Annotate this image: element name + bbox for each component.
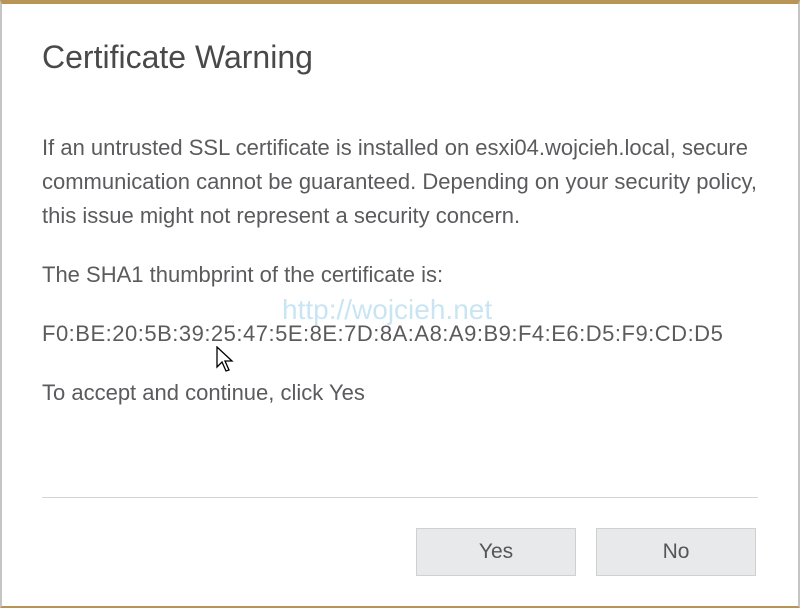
certificate-warning-dialog: Certificate Warning If an untrusted SSL … bbox=[2, 4, 798, 606]
accept-instruction: To accept and continue, click Yes bbox=[42, 376, 758, 410]
button-separator bbox=[42, 497, 758, 498]
button-row: Yes No bbox=[42, 528, 758, 576]
warning-message: If an untrusted SSL certificate is insta… bbox=[42, 131, 758, 233]
thumbprint-value: F0:BE:20:5B:39:25:47:5E:8E:7D:8A:A8:A9:B… bbox=[42, 317, 758, 351]
dialog-content: If an untrusted SSL certificate is insta… bbox=[42, 131, 758, 497]
yes-button[interactable]: Yes bbox=[416, 528, 576, 576]
dialog-title: Certificate Warning bbox=[42, 39, 758, 76]
no-button[interactable]: No bbox=[596, 528, 756, 576]
thumbprint-label: The SHA1 thumbprint of the certificate i… bbox=[42, 258, 758, 292]
